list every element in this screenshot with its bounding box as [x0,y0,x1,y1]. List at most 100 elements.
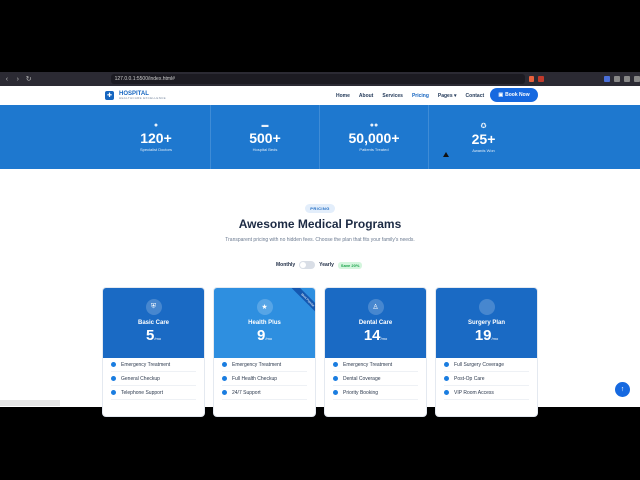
feature-label: Emergency Treatment [121,361,171,368]
tooth-icon: ♙ [367,299,384,315]
check-icon [444,362,449,367]
monthly-label[interactable]: Monthly [276,262,295,268]
feature-item: Priority Booking [333,386,418,400]
nav-pages[interactable]: Pages ▾ [438,93,457,99]
feature-item: Full Health Checkup [222,372,307,386]
feature-label: Full Surgery Coverage [454,361,505,368]
price-period: /mo [154,336,161,341]
nav-pricing[interactable]: Pricing [412,93,429,99]
pricing-card-health-plus[interactable]: Most Popular ★ Health Plus 9/mo Emergenc… [213,287,316,417]
logo[interactable]: ✚ HOSPITAL HEALTHCARE EXCELLENCE [105,91,166,100]
stat-beds: ▬ 500+ Hospital Beds [211,105,320,169]
check-icon [111,362,116,367]
address-bar[interactable]: 127.0.0.1:5500/index.html# [110,74,525,84]
price-value: 14 [363,327,381,344]
check-icon [333,390,338,395]
browser-toolbar: ‹ › ↻ 127.0.0.1:5500/index.html# [0,72,640,86]
billing-toggle[interactable] [299,261,316,269]
check-icon [222,362,227,367]
nav-about[interactable]: About [359,93,373,99]
nav-home[interactable]: Home [336,93,350,99]
stat-awards: ✪ 25+ Awards Won [429,105,538,169]
logo-subtitle: HEALTHCARE EXCELLENCE [119,96,166,100]
award-icon: ✪ [480,122,487,130]
shield-icon: ⛨ [145,299,162,315]
main-nav: Home About Services Pricing Pages ▾ Cont… [336,86,493,105]
plan-name: Dental Care [358,320,393,326]
feature-item: Telephone Support [111,386,196,400]
feature-label: Dental Coverage [343,375,381,382]
feature-label: Telephone Support [121,389,163,396]
doctor-icon: ● [153,122,159,129]
check-icon [444,390,449,395]
back-icon[interactable]: ‹ [3,75,11,83]
price-value: 19 [474,327,492,344]
hospital-logo-icon: ✚ [105,91,114,100]
check-icon [333,362,338,367]
bed-icon: ▬ [261,122,269,129]
plan-name: Health Plus [248,320,281,326]
nav-services[interactable]: Services [382,93,403,99]
feature-label: Emergency Treatment [343,361,393,368]
plan-name: Surgery Plan [467,320,505,326]
book-now-button[interactable]: ▣ Book Now [490,88,538,102]
pricing-title: Awesome Medical Programs [238,217,402,231]
feature-item: VIP Room Access [444,386,529,400]
stat-label: Patients Treated [359,147,389,152]
rewards-icon[interactable] [538,76,545,82]
stat-patients: ●● 50,000+ Patients Treated [320,105,429,169]
stat-value: 50,000+ [348,130,400,146]
stat-label: Hospital Beds [252,147,278,152]
brave-shield-icon[interactable] [528,76,535,82]
site-header: ✚ HOSPITAL HEALTHCARE EXCELLENCE Home Ab… [0,86,640,105]
stat-label: Awards Won [472,147,495,153]
price-period: /mo [380,336,388,341]
price-period: /mo [265,336,272,341]
stats-band: ● 120+ Specialist Doctors ▬ 500+ Hospita… [0,105,640,169]
feature-label: General Checkup [121,375,160,382]
pricing-subtitle: Transparent pricing with no hidden fees.… [225,237,415,243]
yearly-label[interactable]: Yearly [319,262,334,268]
pricing-card-surgery[interactable]: Surgery Plan 19/mo Full Surgery Coverage… [435,287,538,417]
check-icon [111,390,116,395]
save-badge: Save 20% [337,261,363,269]
scroll-to-top-button[interactable]: ↑ [615,382,630,397]
feature-item: Emergency Treatment [222,358,307,372]
feature-label: Emergency Treatment [232,361,282,368]
feature-item: Emergency Treatment [333,358,418,372]
menu-icon[interactable] [634,76,640,82]
plan-price: 14/mo [364,327,387,344]
pricing-pill: PRICING [305,204,335,213]
check-icon [222,376,227,381]
check-icon [333,376,338,381]
address-url: 127.0.0.1:5500/index.html# [114,76,175,82]
calendar-icon: ▣ [498,92,504,98]
feature-label: Full Health Checkup [232,375,278,382]
check-icon [111,376,116,381]
pricing-card-dental[interactable]: ♙ Dental Care 14/mo Emergency Treatment … [324,287,427,417]
star-icon: ★ [256,299,273,315]
forward-icon[interactable]: › [14,75,22,83]
pricing-card-basic[interactable]: ⛨ Basic Care 5/mo Emergency Treatment Ge… [102,287,205,417]
feature-label: Priority Booking [343,389,379,396]
reload-icon[interactable]: ↻ [25,75,33,83]
price-period: /mo [491,336,499,341]
feature-item: Post-Op Care [444,372,529,386]
plan-price: 5/mo [146,327,161,344]
chevron-down-icon: ▾ [454,92,457,99]
extension-icon[interactable] [604,76,611,82]
check-icon [444,376,449,381]
mouse-cursor [443,152,449,157]
toggle-knob [300,262,307,268]
plan-name: Basic Care [137,320,170,326]
feature-label: VIP Room Access [454,389,494,396]
feature-label: Post-Op Care [454,375,485,382]
status-bar-url [0,400,60,406]
nav-contact[interactable]: Contact [466,93,485,99]
sidebar-icon[interactable] [614,76,621,82]
feature-item: 24/7 Support [222,386,307,400]
surgery-icon [478,299,495,315]
feature-item: Emergency Treatment [111,358,196,372]
wallet-icon[interactable] [624,76,631,82]
plan-price: 9/mo [257,327,272,344]
